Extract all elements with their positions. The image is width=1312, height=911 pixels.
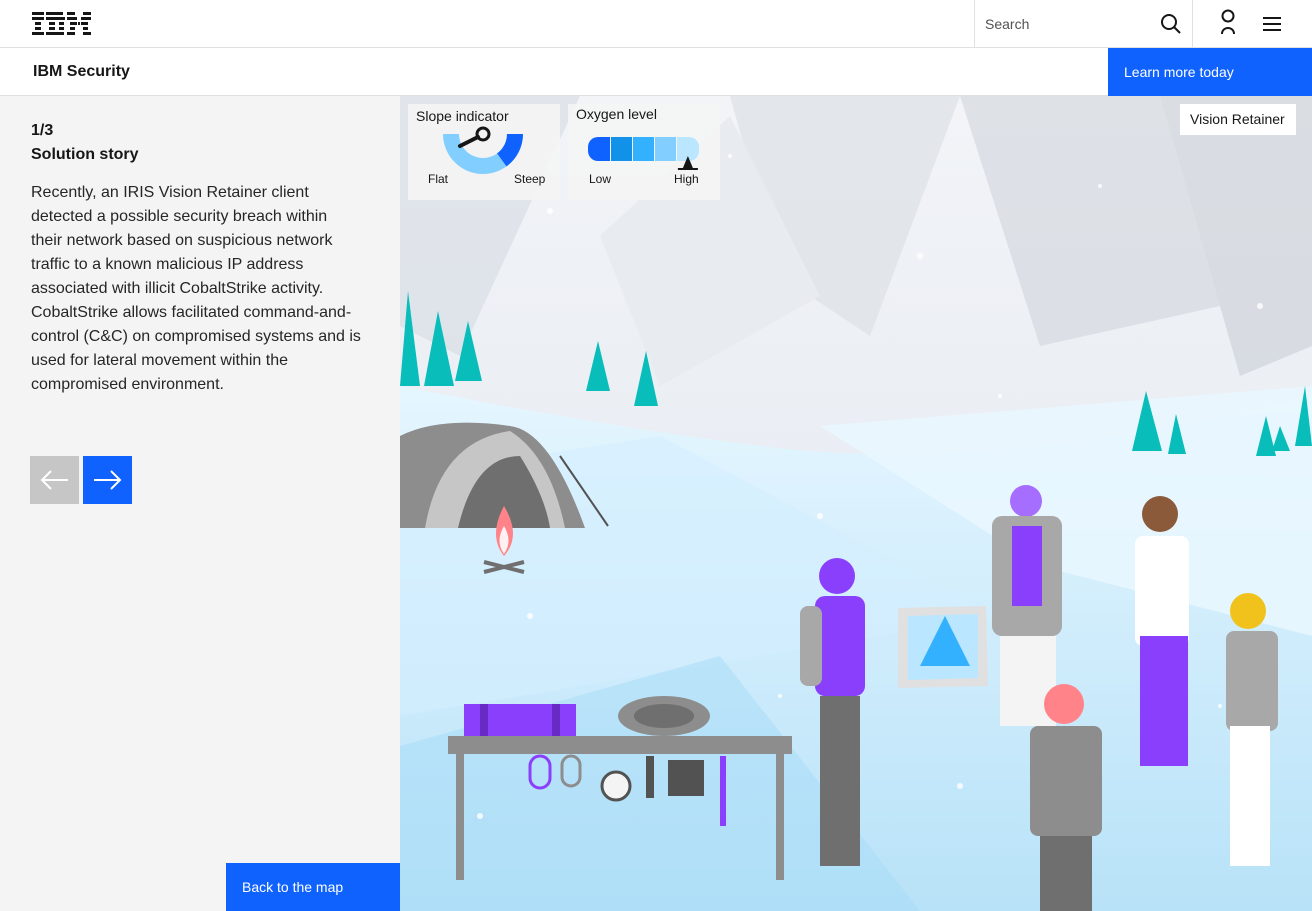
story-body: Recently, an IRIS Vision Retainer client… <box>31 184 361 393</box>
vision-retainer-tag[interactable]: Vision Retainer <box>1180 104 1296 135</box>
learn-more-button[interactable]: Learn more today <box>1108 48 1312 96</box>
mountain-scene: Slope indicator Flat Steep Oxygen level … <box>400 96 1312 911</box>
product-title[interactable]: IBM Security <box>33 63 130 81</box>
oxygen-level: Oxygen level Low High <box>568 104 720 200</box>
product-subheader: IBM Security Learn more today <box>0 48 1312 96</box>
scene-illustration <box>400 96 1312 911</box>
oxygen-low-label: Low <box>589 172 612 186</box>
ibm-logo[interactable] <box>32 12 92 36</box>
story-title: Solution story <box>31 146 139 163</box>
slope-indicator: Slope indicator Flat Steep <box>408 104 560 200</box>
slope-high-label: Steep <box>514 172 546 186</box>
user-icon[interactable] <box>1214 8 1242 38</box>
map <box>898 606 988 688</box>
search-icon[interactable] <box>1156 12 1184 36</box>
masthead <box>0 0 1312 48</box>
previous-button[interactable] <box>30 456 79 504</box>
story-panel: 1/3 Solution story Recently, an IRIS Vis… <box>0 96 400 911</box>
arrow-left-icon <box>40 470 68 490</box>
search-input[interactable] <box>985 12 1155 36</box>
menu-icon[interactable] <box>1258 12 1286 36</box>
oxygen-high-label: High <box>674 172 699 186</box>
story-counter: 1/3 <box>31 122 54 139</box>
arrow-right-icon <box>94 470 122 490</box>
slope-needle <box>458 126 491 148</box>
oxygen-level-marker-base <box>677 168 698 170</box>
next-button[interactable] <box>83 456 132 504</box>
slope-low-label: Flat <box>428 172 449 186</box>
hiker-right <box>1135 496 1189 766</box>
back-to-map-button[interactable]: Back to the map <box>226 863 400 911</box>
